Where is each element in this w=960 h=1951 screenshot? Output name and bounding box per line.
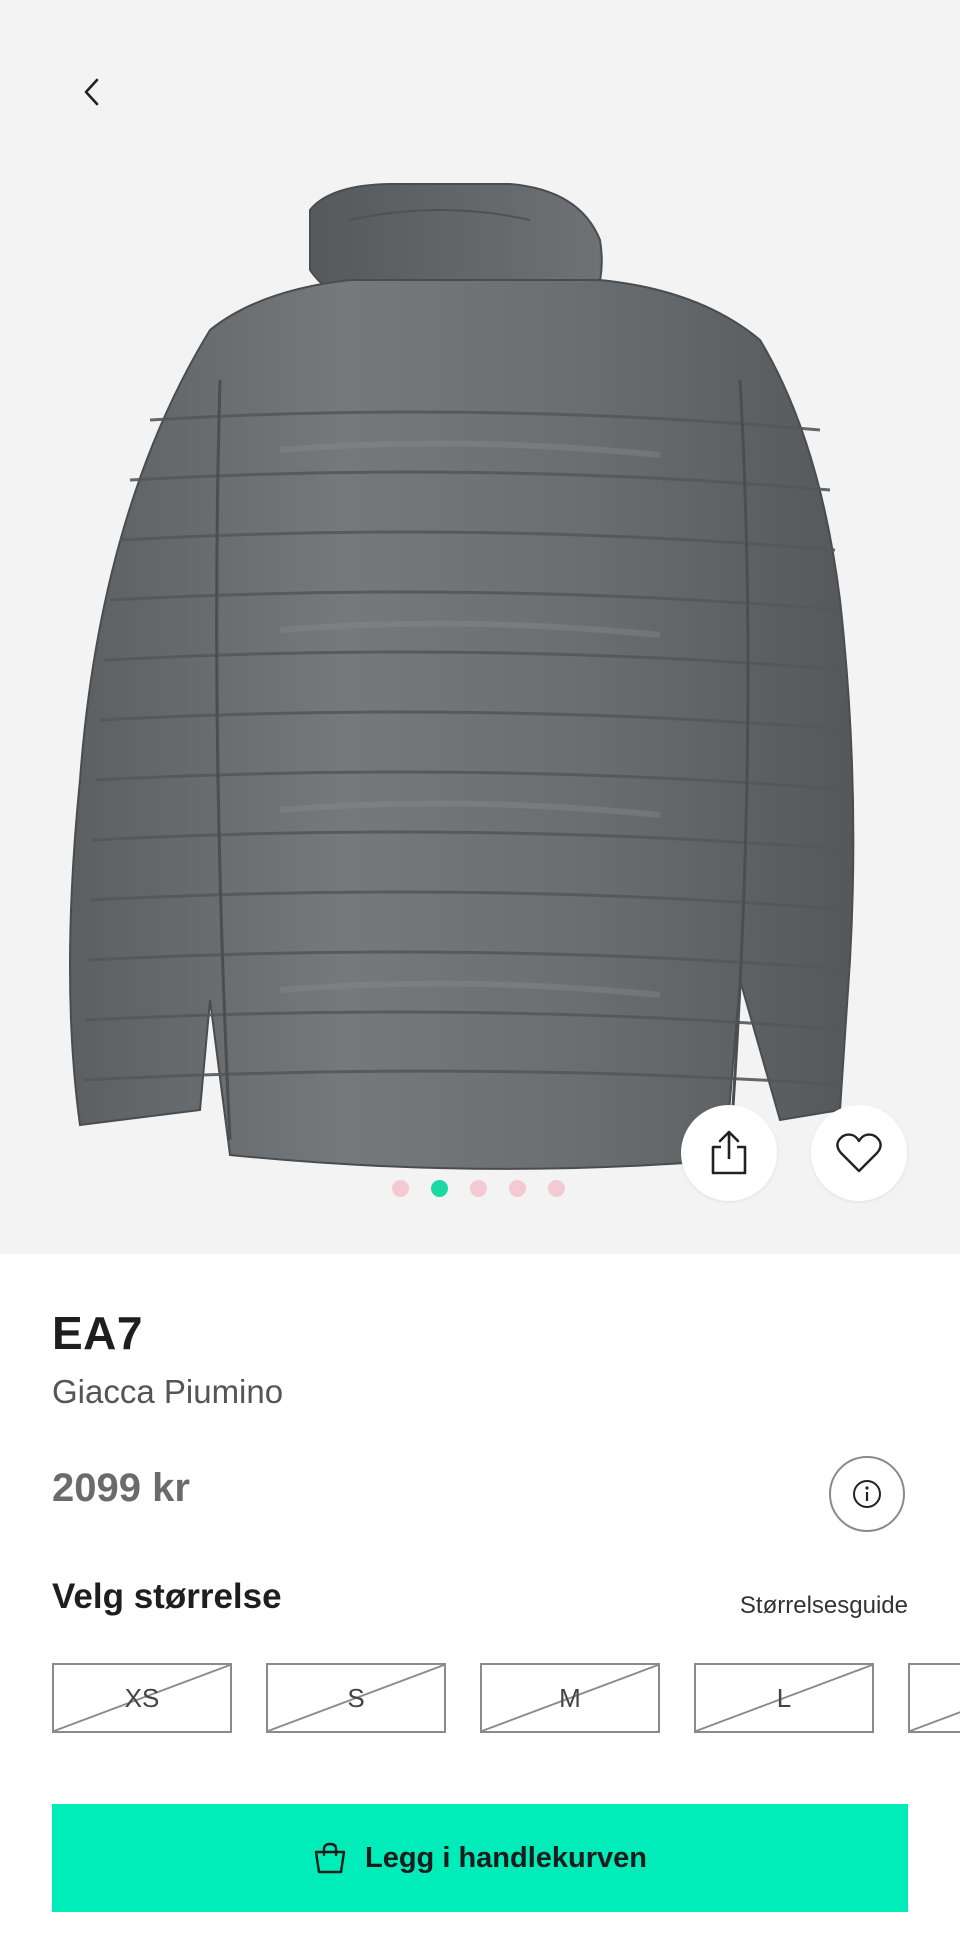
carousel-dot[interactable]: [470, 1180, 487, 1197]
unavailable-slash: [910, 1711, 960, 1731]
carousel-dot[interactable]: [548, 1180, 565, 1197]
shopping-bag-icon: [314, 1842, 346, 1874]
add-to-cart-button[interactable]: Legg i handlekurven: [52, 1804, 908, 1912]
product-image-carousel[interactable]: [0, 0, 960, 1254]
product-image: [69, 183, 855, 1170]
info-button[interactable]: [829, 1456, 905, 1532]
size-options: XS S M L: [52, 1663, 960, 1735]
size-label: L: [776, 1682, 792, 1713]
info-icon: [853, 1480, 881, 1508]
carousel-dot[interactable]: [392, 1180, 409, 1197]
chevron-left-icon: [84, 78, 99, 106]
product-price: 2099 kr: [52, 1466, 190, 1510]
size-section-heading: Velg størrelse: [52, 1577, 282, 1616]
size-option-l[interactable]: L: [694, 1663, 874, 1733]
share-icon: [711, 1130, 747, 1175]
carousel-dot-active[interactable]: [431, 1180, 448, 1197]
size-option-xs[interactable]: XS: [52, 1663, 232, 1733]
share-button[interactable]: [681, 1105, 777, 1201]
size-option-m[interactable]: M: [480, 1663, 660, 1733]
size-label: S: [347, 1682, 365, 1713]
size-label: XS: [124, 1682, 160, 1713]
product-brand: EA7: [52, 1307, 143, 1359]
size-option-s[interactable]: S: [266, 1663, 446, 1733]
size-option-partial[interactable]: [908, 1663, 960, 1733]
product-page: EA7 Giacca Piumino 2099 kr Velg størrels…: [0, 0, 960, 1951]
heart-icon: [836, 1133, 882, 1173]
add-to-cart-label: Legg i handlekurven: [365, 1841, 647, 1874]
back-button[interactable]: [58, 58, 126, 126]
size-label: M: [559, 1682, 581, 1713]
product-name: Giacca Piumino: [52, 1373, 284, 1410]
size-guide-link[interactable]: Størrelsesguide: [740, 1592, 908, 1620]
carousel-indicators: [392, 1180, 565, 1197]
favorite-button[interactable]: [811, 1105, 907, 1201]
carousel-dot[interactable]: [509, 1180, 526, 1197]
